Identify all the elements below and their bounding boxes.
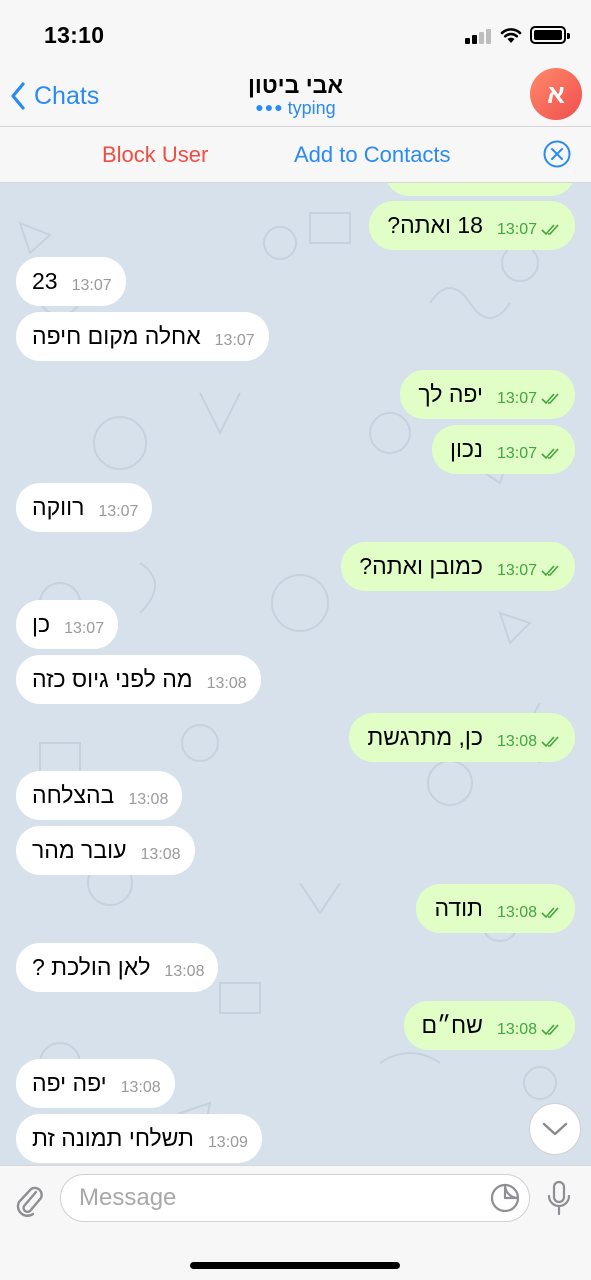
message-time: 13:08 (120, 1078, 161, 1096)
message-meta: 13:08 (121, 1079, 161, 1097)
message-time: 13:08 (164, 962, 205, 980)
message-bubble-out[interactable]: תודה 13:08 (416, 884, 575, 933)
contact-action-bar: Block User Add to Contacts (0, 126, 591, 183)
scroll-to-bottom-button[interactable] (529, 1103, 581, 1155)
message-time: 13:07 (496, 389, 537, 407)
message-text: כן, מתרגשת (367, 724, 483, 750)
add-to-contacts-button[interactable]: Add to Contacts (294, 142, 451, 168)
message-time: 13:07 (214, 331, 255, 349)
message-bubble-in[interactable]: עובר מהר 13:08 (16, 826, 195, 875)
message-text: 23 (32, 268, 58, 294)
message-time: 13:07 (98, 502, 139, 520)
message-time: 13:07 (71, 276, 112, 294)
message-text: אחלה מקום חיפה (32, 323, 201, 349)
message-bubble-partial[interactable] (385, 183, 575, 196)
message-meta: 13:08 (497, 904, 561, 922)
paperclip-icon[interactable] (14, 1182, 46, 1218)
message-time: 13:07 (496, 220, 537, 238)
message-meta: 13:08 (140, 846, 180, 864)
message-meta: 13:07 (215, 332, 255, 350)
message-text: שח״ם (421, 1012, 483, 1038)
message-time: 13:09 (207, 1133, 248, 1151)
chevron-down-icon (542, 1122, 568, 1136)
signal-icon (465, 28, 493, 44)
message-meta: 13:08 (497, 733, 561, 751)
status-time: 13:10 (44, 22, 105, 48)
message-time: 13:08 (206, 674, 247, 692)
microphone-icon[interactable] (546, 1180, 572, 1218)
chat-area[interactable]: 18 ואתה? 13:07 23 13:07 אחלה מקום חיפה 1… (0, 183, 591, 1165)
double-check-icon (541, 564, 559, 576)
chat-status: ●●● typing (0, 98, 591, 119)
message-text: תודה (434, 895, 483, 921)
message-text: עובר מהר (32, 837, 127, 863)
message-bubble-in[interactable]: תשלחי תמונה זת 13:09 (16, 1114, 262, 1163)
message-bubble-in[interactable]: בהצלחה 13:08 (16, 771, 183, 820)
message-time: 13:07 (496, 561, 537, 579)
message-time: 13:07 (496, 444, 537, 462)
message-meta: 13:07 (497, 390, 561, 408)
wifi-icon (500, 28, 522, 43)
status-bar: 13:10 (0, 0, 591, 68)
message-text: רווקה (32, 494, 85, 520)
message-bubble-out[interactable]: 18 ואתה? 13:07 (369, 201, 575, 250)
message-input[interactable] (60, 1174, 530, 1222)
message-meta: 13:08 (497, 1021, 561, 1039)
message-bubble-out[interactable]: יפה לך 13:07 (400, 370, 575, 419)
message-text: לאן הולכת ? (32, 954, 151, 980)
message-text: נכון (449, 436, 483, 462)
double-check-icon (541, 906, 559, 918)
message-meta: 13:08 (164, 963, 204, 981)
nav-bar: Chats אבי ביטון ●●● typing א (0, 68, 591, 126)
message-bubble-in[interactable]: כן 13:07 (16, 600, 119, 649)
double-check-icon (541, 735, 559, 747)
avatar[interactable]: א (530, 68, 582, 120)
message-time: 13:08 (496, 1020, 537, 1038)
message-bubble-in[interactable]: יפה יפה 13:08 (16, 1059, 175, 1108)
message-meta: 13:09 (208, 1134, 248, 1152)
message-meta: 13:08 (207, 675, 247, 693)
typing-label: typing (287, 98, 336, 118)
message-text: 18 ואתה? (387, 212, 483, 238)
message-bubble-in[interactable]: רווקה 13:07 (16, 483, 153, 532)
double-check-icon (541, 447, 559, 459)
message-text: מה לפני גיוס כזה (32, 666, 193, 692)
message-meta: 13:07 (497, 445, 561, 463)
message-text: בהצלחה (32, 782, 115, 808)
block-user-button[interactable]: Block User (102, 142, 208, 168)
close-circle-icon[interactable] (543, 140, 571, 168)
message-meta: 13:07 (72, 277, 112, 295)
battery-icon (530, 26, 570, 44)
home-indicator (190, 1262, 400, 1269)
message-bubble-out[interactable]: כמובן ואתה? 13:07 (341, 542, 575, 591)
message-meta: 13:08 (128, 791, 168, 809)
message-meta: 13:07 (98, 503, 138, 521)
message-meta: 13:07 (64, 620, 104, 638)
message-bubble-in[interactable]: מה לפני גיוס כזה 13:08 (16, 655, 261, 704)
sticker-icon[interactable] (489, 1182, 521, 1214)
message-meta: 13:07 (497, 221, 561, 239)
message-time: 13:08 (496, 732, 537, 750)
message-bubble-in[interactable]: אחלה מקום חיפה 13:07 (16, 312, 269, 361)
chat-title[interactable]: אבי ביטון (0, 72, 591, 99)
double-check-icon (541, 392, 559, 404)
double-check-icon (541, 223, 559, 235)
message-meta: 13:07 (497, 562, 561, 580)
message-time: 13:08 (140, 845, 181, 863)
message-text: תשלחי תמונה זת (32, 1125, 194, 1151)
message-bubble-out[interactable]: כן, מתרגשת 13:08 (349, 713, 575, 762)
typing-dots-icon: ●●● (255, 99, 284, 115)
message-time: 13:07 (64, 619, 105, 637)
message-bubble-in[interactable]: לאן הולכת ? 13:08 (16, 943, 219, 992)
double-check-icon (541, 1023, 559, 1035)
message-time: 13:08 (496, 903, 537, 921)
message-text: יפה יפה (32, 1070, 107, 1096)
message-text: כן (32, 611, 51, 637)
message-text: יפה לך (418, 381, 483, 407)
message-bubble-out[interactable]: שח״ם 13:08 (403, 1001, 575, 1050)
message-bubble-out[interactable]: נכון 13:07 (431, 425, 575, 474)
message-text: כמובן ואתה? (359, 553, 483, 579)
message-bubble-in[interactable]: 23 13:07 (16, 257, 126, 306)
message-time: 13:08 (128, 790, 169, 808)
